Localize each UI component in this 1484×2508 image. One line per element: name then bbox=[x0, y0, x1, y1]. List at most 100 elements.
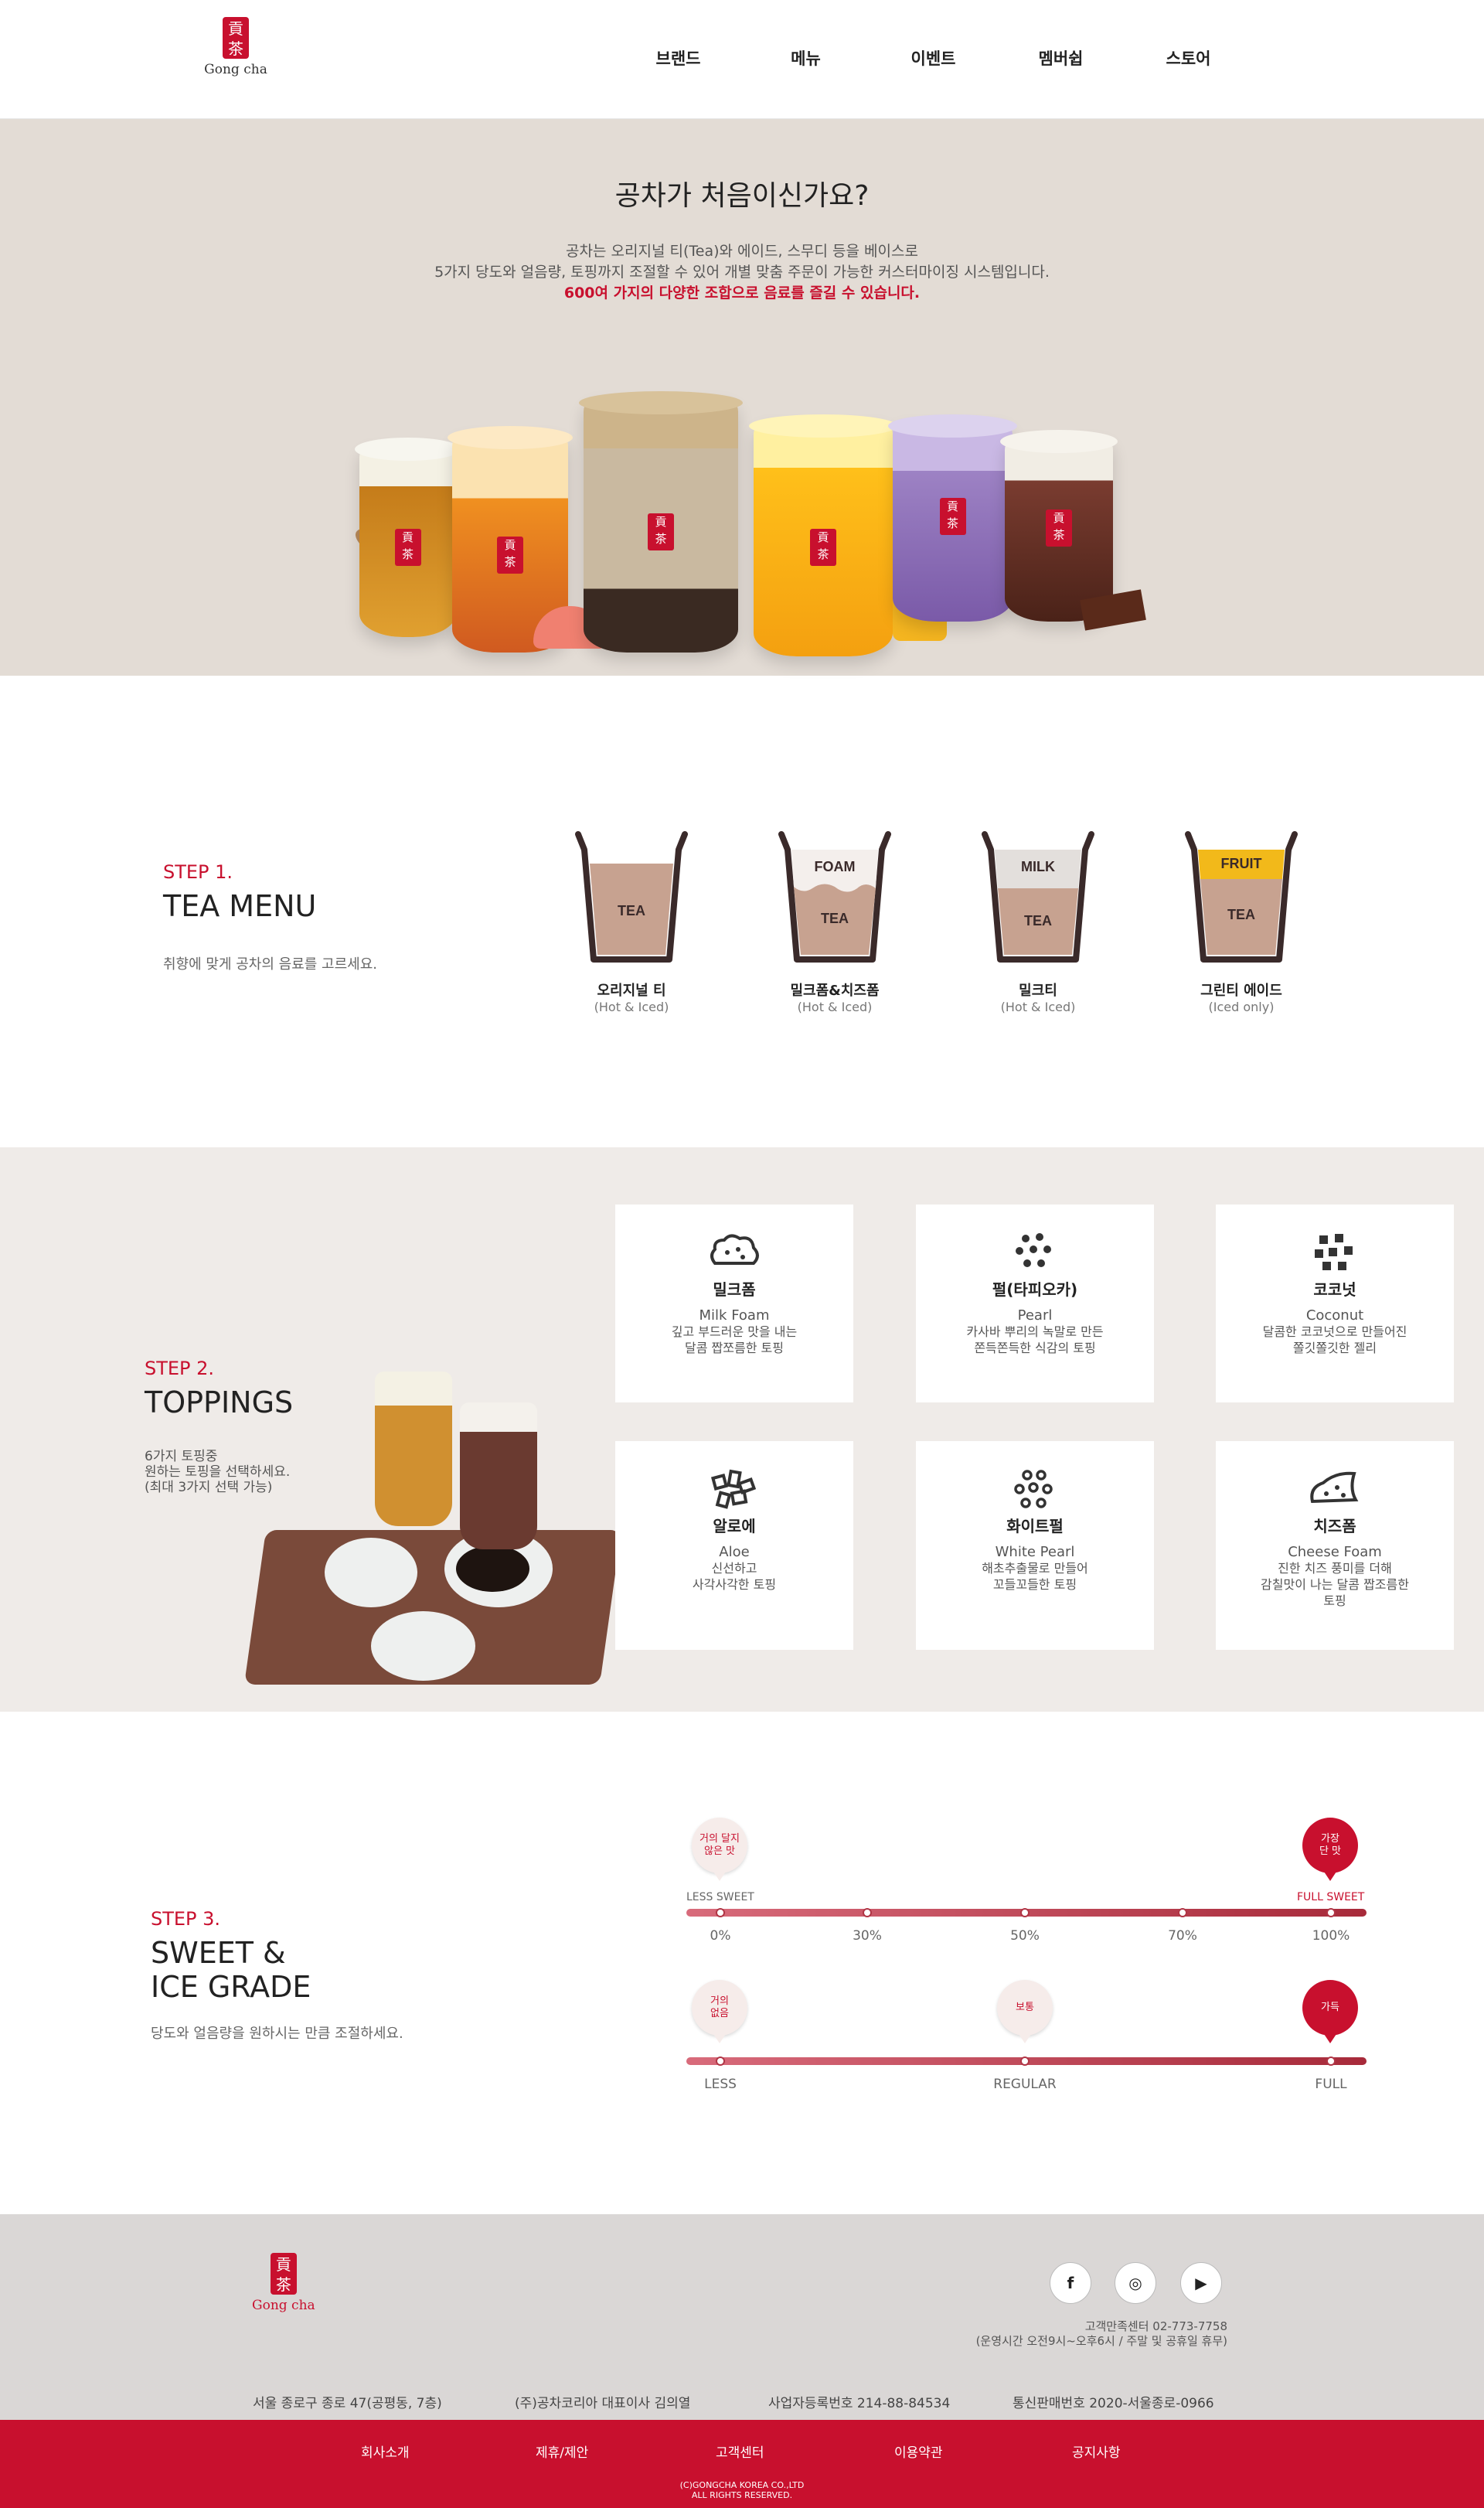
topping-name-en: Pearl bbox=[1017, 1307, 1053, 1324]
link-customer-center[interactable]: 고객센터 bbox=[716, 2442, 764, 2461]
menu-sub: (Hot & Iced) bbox=[1000, 1000, 1076, 1014]
menu-name: 그린티 에이드 bbox=[1200, 983, 1282, 999]
svg-text:FRUIT: FRUIT bbox=[1221, 856, 1262, 871]
sweet-stop-0[interactable] bbox=[716, 1908, 725, 1917]
menu-sub: (Hot & Iced) bbox=[797, 1000, 873, 1014]
menu-name: 오리지널 티 bbox=[597, 983, 666, 999]
sweet-tick: 30% bbox=[853, 1928, 882, 1944]
cup-milk-tea: 貢茶 bbox=[579, 391, 743, 653]
cup-fruit-ade-icon: FRUIT TEA bbox=[1185, 831, 1298, 963]
menu-name: 밀크티 bbox=[1019, 983, 1057, 999]
sweet-stop-50[interactable] bbox=[1020, 1908, 1030, 1917]
sweet-stop-70[interactable] bbox=[1178, 1908, 1187, 1917]
step3-section: STEP 3. SWEET & ICE GRADE 당도와 얼음량을 원하시는 만… bbox=[0, 1712, 1484, 2214]
nav-menu[interactable]: 메뉴 bbox=[742, 46, 870, 70]
nav-brand[interactable]: 브랜드 bbox=[614, 46, 742, 70]
topping-card-coconut[interactable]: 코코넛 Coconut 달콤한 코코넛으로 만들어진 쫄깃쫄깃한 젤리 bbox=[1216, 1205, 1454, 1402]
footer-ceo: (주)공차코리아 대표이사 김의열 bbox=[515, 2396, 691, 2411]
step1-section: STEP 1. TEA MENU 취향에 맞게 공차의 음료를 고르세요. TE… bbox=[0, 676, 1484, 1147]
sweet-tick: 50% bbox=[1010, 1928, 1040, 1944]
step2-label: STEP 2. bbox=[145, 1358, 215, 1379]
topping-desc: 카사바 뿌리의 녹말로 만든 쫀득쫀득한 식감의 토핑 bbox=[966, 1324, 1104, 1355]
ice-stop-full[interactable] bbox=[1326, 2056, 1336, 2066]
topping-card-pearl[interactable]: 펄(타피오카) Pearl 카사바 뿌리의 녹말로 만든 쫀득쫀득한 식감의 토핑 bbox=[916, 1205, 1154, 1402]
menu-milk-tea[interactable]: MILK TEA 밀크티 (Hot & Iced) bbox=[968, 826, 1108, 1014]
sweet-stop-30[interactable] bbox=[863, 1908, 872, 1917]
topping-desc: 해초추출물로 만들어 꼬들꼬들한 토핑 bbox=[982, 1561, 1088, 1592]
step2-desc: 6가지 토핑중 원하는 토핑을 선택하세요. (최대 3가지 선택 가능) bbox=[145, 1449, 291, 1495]
link-partnership[interactable]: 제휴/제안 bbox=[536, 2442, 588, 2461]
toppings-plate bbox=[325, 1538, 417, 1607]
topping-card-milk-foam[interactable]: 밀크폼 Milk Foam 깊고 부드러운 맛을 내는 달콤 짭쪼름한 토핑 bbox=[615, 1205, 853, 1402]
svg-text:FOAM: FOAM bbox=[815, 859, 856, 874]
intro-section: 공차가 처음이신가요? 공차는 오리지널 티(Tea)와 에이드, 스무디 등을… bbox=[0, 119, 1484, 676]
nav-store[interactable]: 스토어 bbox=[1125, 46, 1252, 70]
svg-text:TEA: TEA bbox=[821, 911, 849, 926]
topping-name-en: Cheese Foam bbox=[1288, 1544, 1382, 1560]
menu-sub: (Hot & Iced) bbox=[594, 1000, 669, 1014]
menu-name: 밀크폼&치즈폼 bbox=[790, 983, 880, 999]
cup-mango: 貢茶 bbox=[749, 414, 897, 656]
topping-card-white-pearl[interactable]: 화이트펄 White Pearl 해초추출물로 만들어 꼬들꼬들한 토핑 bbox=[916, 1441, 1154, 1650]
toppings-cup-1 bbox=[375, 1372, 452, 1526]
menu-original-tea[interactable]: TEA 오리지널 티 (Hot & Iced) bbox=[562, 826, 701, 1014]
facebook-icon[interactable]: f bbox=[1050, 2262, 1091, 2304]
youtube-icon[interactable]: ▶ bbox=[1180, 2262, 1222, 2304]
cup-cheese-tea: 貢茶 bbox=[355, 438, 461, 637]
instagram-icon[interactable]: ◎ bbox=[1115, 2262, 1156, 2304]
footer-logo[interactable]: 貢茶 Gong cha bbox=[252, 2253, 315, 2313]
topping-desc: 깊고 부드러운 맛을 내는 달콤 짭쪼름한 토핑 bbox=[671, 1324, 798, 1355]
coconut-icon bbox=[1216, 1232, 1454, 1270]
cup-original-tea-icon: TEA bbox=[575, 831, 688, 963]
svg-text:MILK: MILK bbox=[1021, 859, 1055, 874]
sweet-tick: 70% bbox=[1168, 1928, 1197, 1944]
white-pearl-icon bbox=[916, 1469, 1154, 1508]
topping-name-kr: 밀크폼 bbox=[713, 1280, 756, 1299]
link-company[interactable]: 회사소개 bbox=[361, 2442, 410, 2461]
bubble-full-sweet: 가장 단 맛 bbox=[1302, 1818, 1358, 1881]
footer-ecommerce-number: 통신판매번호 2020-서울종로-0966 bbox=[1013, 2396, 1214, 2411]
topping-card-cheese-foam[interactable]: 치즈폼 Cheese Foam 진한 치즈 풍미를 더해 감칠맛이 나는 달콤 짭… bbox=[1216, 1441, 1454, 1650]
topping-card-aloe[interactable]: 알로에 Aloe 신선하고 사각사각한 토핑 bbox=[615, 1441, 853, 1650]
topping-name-en: White Pearl bbox=[995, 1544, 1075, 1560]
step1-label: STEP 1. bbox=[163, 861, 233, 883]
bubble-full-ice: 가득 bbox=[1302, 1980, 1358, 2043]
site-header: 貢茶 Gong cha 브랜드 메뉴 이벤트 멤버쉽 스토어 bbox=[0, 0, 1484, 119]
intro-description: 공차는 오리지널 티(Tea)와 에이드, 스무디 등을 베이스로 5가지 당도… bbox=[0, 241, 1484, 304]
toppings-plate bbox=[371, 1611, 475, 1681]
topping-name-kr: 코코넛 bbox=[1313, 1280, 1356, 1299]
topping-name-kr: 펄(타피오카) bbox=[992, 1280, 1078, 1299]
sweet-stop-100[interactable] bbox=[1326, 1908, 1336, 1917]
footer-business-number: 사업자등록번호 214-88-84534 bbox=[768, 2396, 951, 2411]
gong-cha-logo[interactable]: 貢茶 Gong cha bbox=[203, 17, 269, 77]
menu-green-tea-ade[interactable]: FRUIT TEA 그린티 에이드 (Iced only) bbox=[1172, 826, 1311, 1014]
topping-name-kr: 알로에 bbox=[713, 1517, 756, 1535]
cup-foam-icon: FOAM TEA bbox=[778, 831, 891, 963]
step3-title: SWEET & ICE GRADE bbox=[151, 1936, 311, 2004]
footer-logo-seal-icon: 貢茶 bbox=[270, 2253, 297, 2295]
topping-name-kr: 화이트펄 bbox=[1006, 1517, 1064, 1535]
cup-milk-tea-icon: MILK TEA bbox=[982, 831, 1094, 963]
ice-stop-regular[interactable] bbox=[1020, 2056, 1030, 2066]
intro-highlight: 600여 가지의 다양한 조합으로 음료를 즐길 수 있습니다. bbox=[563, 285, 921, 302]
cheese-foam-icon bbox=[1216, 1469, 1454, 1506]
less-sweet-label: LESS SWEET bbox=[686, 1891, 754, 1903]
step1-title: TEA MENU bbox=[163, 889, 317, 923]
topping-desc: 진한 치즈 풍미를 더해 감칠맛이 나는 달콤 짭조름한 토핑 bbox=[1261, 1561, 1409, 1608]
nav-event[interactable]: 이벤트 bbox=[870, 46, 997, 70]
step3-desc: 당도와 얼음량을 원하시는 만큼 조절하세요. bbox=[151, 2026, 403, 2042]
sweet-tick: 0% bbox=[710, 1928, 731, 1944]
copyright: (C)GONGCHA KOREA CO.,LTD ALL RIGHTS RESE… bbox=[679, 2480, 805, 2500]
ice-tick: REGULAR bbox=[993, 2077, 1057, 2092]
link-terms[interactable]: 이용약관 bbox=[894, 2442, 943, 2461]
intro-title: 공차가 처음이신가요? bbox=[614, 180, 870, 212]
nav-membership[interactable]: 멤버쉽 bbox=[997, 46, 1125, 70]
ice-stop-less[interactable] bbox=[716, 2056, 725, 2066]
main-nav: 브랜드 메뉴 이벤트 멤버쉽 스토어 bbox=[614, 46, 1252, 70]
bubble-regular-ice: 보통 bbox=[997, 1980, 1053, 2043]
topping-name-en: Coconut bbox=[1305, 1307, 1364, 1324]
link-notice[interactable]: 공지사항 bbox=[1072, 2442, 1121, 2461]
bubble-less-ice: 거의 없음 bbox=[692, 1980, 747, 2043]
menu-foam[interactable]: FOAM TEA 밀크폼&치즈폼 (Hot & Iced) bbox=[765, 826, 904, 1014]
logo-text: Gong cha bbox=[204, 62, 267, 77]
